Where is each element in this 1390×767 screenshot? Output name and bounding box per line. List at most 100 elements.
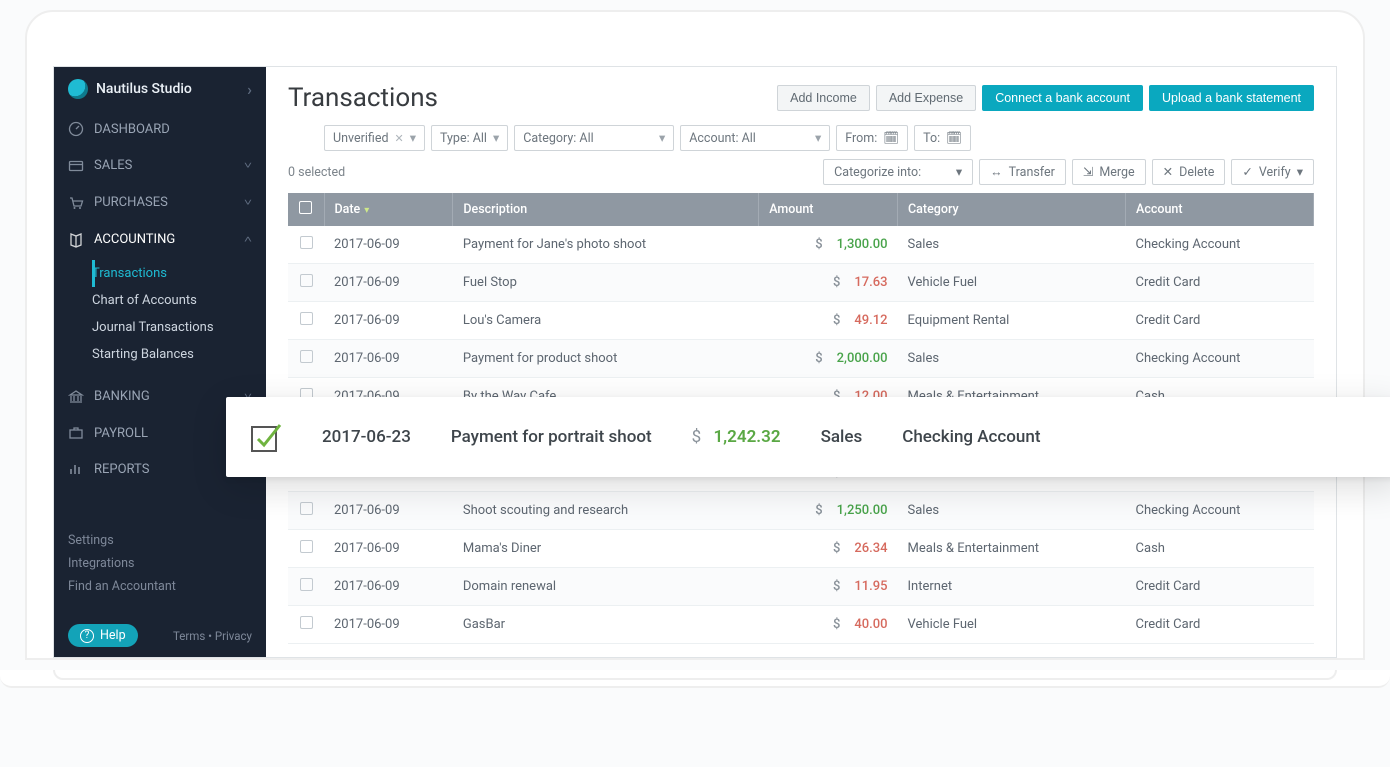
chevron-down-icon: ˅ bbox=[244, 197, 252, 209]
chevron-down-icon[interactable]: ▾ bbox=[410, 130, 416, 146]
row-checkbox[interactable] bbox=[300, 502, 313, 515]
sidebar-subitem-transactions[interactable]: Transactions bbox=[92, 260, 266, 287]
cell-date: 2017-06-09 bbox=[324, 226, 453, 264]
briefcase-icon bbox=[68, 425, 84, 441]
selected-count: 0 selected bbox=[288, 165, 345, 180]
sidebar-item-purchases[interactable]: PURCHASES˅ bbox=[54, 184, 266, 221]
brand-row[interactable]: Nautilus Studio bbox=[54, 67, 266, 111]
cell-amount: $2,000.00 bbox=[759, 340, 898, 378]
col-description[interactable]: Description bbox=[453, 193, 759, 226]
filter-account[interactable]: Account: All ▾ bbox=[680, 125, 830, 151]
help-button[interactable]: ? Help bbox=[68, 624, 138, 647]
sidebar-link-settings[interactable]: Settings bbox=[68, 529, 252, 552]
cell-category: Meals & Entertainment bbox=[898, 530, 1126, 568]
filter-date-to[interactable]: To: 🗓 bbox=[914, 125, 971, 151]
footer-links[interactable]: Terms • Privacy bbox=[173, 629, 252, 643]
cell-account: Credit Card bbox=[1126, 568, 1314, 606]
cell-date: 2017-06-09 bbox=[324, 568, 453, 606]
sidebar-item-label: BANKING bbox=[94, 389, 150, 404]
sidebar-item-sales[interactable]: SALES˅ bbox=[54, 147, 266, 184]
row-checkbox[interactable] bbox=[300, 274, 313, 287]
cell-category: Vehicle Fuel bbox=[898, 606, 1126, 644]
bank-icon bbox=[68, 389, 84, 405]
cell-account: Credit Card bbox=[1126, 302, 1314, 340]
close-icon[interactable]: ✕ bbox=[395, 132, 404, 145]
calendar-icon: 🗓 bbox=[883, 131, 899, 146]
add-expense-button[interactable]: Add Expense bbox=[876, 85, 976, 111]
col-select[interactable] bbox=[288, 193, 324, 226]
calendar-icon: 🗓 bbox=[946, 131, 962, 146]
merge-button[interactable]: ⇲Merge bbox=[1072, 159, 1146, 185]
filter-type[interactable]: Type: All ▾ bbox=[431, 125, 508, 151]
col-category[interactable]: Category bbox=[898, 193, 1126, 226]
add-income-button[interactable]: Add Income bbox=[777, 85, 870, 111]
sidebar-subitem-journal-transactions[interactable]: Journal Transactions bbox=[92, 314, 266, 341]
chevron-down-icon[interactable]: ▾ bbox=[659, 130, 665, 146]
verify-button[interactable]: ✓Verify▾ bbox=[1231, 159, 1314, 185]
chevron-down-icon[interactable]: ▾ bbox=[815, 130, 821, 146]
table-row[interactable]: 2017-06-09Payment for Jane's photo shoot… bbox=[288, 226, 1314, 264]
sidebar-subitem-starting-balances[interactable]: Starting Balances bbox=[92, 341, 266, 368]
col-amount[interactable]: Amount bbox=[759, 193, 898, 226]
cell-date: 2017-06-09 bbox=[324, 492, 453, 530]
callout-account: Checking Account bbox=[902, 427, 1040, 447]
cell-category: Sales bbox=[898, 492, 1126, 530]
merge-icon: ⇲ bbox=[1083, 164, 1093, 180]
filter-category[interactable]: Category: All ▾ bbox=[514, 125, 674, 151]
callout-description: Payment for portrait shoot bbox=[451, 427, 652, 447]
checkbox[interactable] bbox=[299, 201, 312, 214]
sidebar-subitem-chart-of-accounts[interactable]: Chart of Accounts bbox=[92, 287, 266, 314]
chart-icon bbox=[68, 461, 84, 477]
highlighted-transaction-callout: 2017-06-23 Payment for portrait shoot $ … bbox=[226, 397, 1390, 477]
table-row[interactable]: 2017-06-09Shoot scouting and research$1,… bbox=[288, 492, 1314, 530]
table-row[interactable]: 2017-06-09GasBar$40.00Vehicle FuelCredit… bbox=[288, 606, 1314, 644]
cell-category: Internet bbox=[898, 568, 1126, 606]
close-icon: ✕ bbox=[1163, 164, 1173, 180]
row-checkbox[interactable] bbox=[300, 312, 313, 325]
gauge-icon bbox=[68, 121, 84, 137]
table-row[interactable]: 2017-06-09Lou's Camera$49.12Equipment Re… bbox=[288, 302, 1314, 340]
verified-check-icon bbox=[250, 421, 282, 453]
transfer-button[interactable]: ↔Transfer bbox=[979, 159, 1066, 185]
transfer-icon: ↔ bbox=[990, 165, 1003, 180]
sidebar-item-label: ACCOUNTING bbox=[94, 232, 175, 247]
delete-button[interactable]: ✕Delete bbox=[1152, 159, 1226, 185]
table-row[interactable]: 2017-06-09Domain renewal$11.95InternetCr… bbox=[288, 568, 1314, 606]
filter-status[interactable]: Unverified ✕ ▾ bbox=[324, 125, 425, 151]
filter-date-from[interactable]: From: 🗓 bbox=[836, 125, 908, 151]
row-checkbox[interactable] bbox=[300, 616, 313, 629]
cell-category: Vehicle Fuel bbox=[898, 264, 1126, 302]
table-row[interactable]: 2017-06-09Fuel Stop$17.63Vehicle FuelCre… bbox=[288, 264, 1314, 302]
cell-description: Mama's Diner bbox=[453, 530, 759, 568]
sidebar-item-dashboard[interactable]: DASHBOARD bbox=[54, 111, 266, 147]
chevron-down-icon: ▾ bbox=[1297, 164, 1303, 180]
row-checkbox[interactable] bbox=[300, 578, 313, 591]
categorize-select[interactable]: Categorize into:▾ bbox=[823, 159, 973, 185]
chevron-right-icon[interactable] bbox=[247, 80, 252, 99]
table-row[interactable]: 2017-06-09Payment for product shoot$2,00… bbox=[288, 340, 1314, 378]
table-row[interactable]: 2017-06-09Mama's Diner$26.34Meals & Ente… bbox=[288, 530, 1314, 568]
sort-indicator-icon: ▾ bbox=[364, 205, 369, 216]
row-checkbox[interactable] bbox=[300, 540, 313, 553]
cell-description: Payment for Jane's photo shoot bbox=[453, 226, 759, 264]
cart-icon bbox=[68, 195, 84, 211]
col-date[interactable]: Date▾ bbox=[324, 193, 453, 226]
col-account[interactable]: Account bbox=[1126, 193, 1314, 226]
cell-description: Shoot scouting and research bbox=[453, 492, 759, 530]
sidebar-item-accounting[interactable]: ACCOUNTING˄ bbox=[54, 221, 266, 258]
cell-account: Checking Account bbox=[1126, 340, 1314, 378]
connect-bank-button[interactable]: Connect a bank account bbox=[982, 85, 1143, 111]
sidebar-link-integrations[interactable]: Integrations bbox=[68, 552, 252, 575]
row-checkbox[interactable] bbox=[300, 350, 313, 363]
cell-category: Sales bbox=[898, 226, 1126, 264]
row-checkbox[interactable] bbox=[300, 236, 313, 249]
cell-amount: $49.12 bbox=[759, 302, 898, 340]
upload-statement-button[interactable]: Upload a bank statement bbox=[1149, 85, 1314, 111]
card-icon bbox=[68, 158, 84, 174]
sidebar-link-find-an-accountant[interactable]: Find an Accountant bbox=[68, 575, 252, 598]
chevron-down-icon[interactable]: ▾ bbox=[493, 130, 499, 146]
cell-description: Lou's Camera bbox=[453, 302, 759, 340]
sidebar-item-label: DASHBOARD bbox=[94, 122, 170, 137]
cell-category: Equipment Rental bbox=[898, 302, 1126, 340]
cell-amount: $1,250.00 bbox=[759, 492, 898, 530]
